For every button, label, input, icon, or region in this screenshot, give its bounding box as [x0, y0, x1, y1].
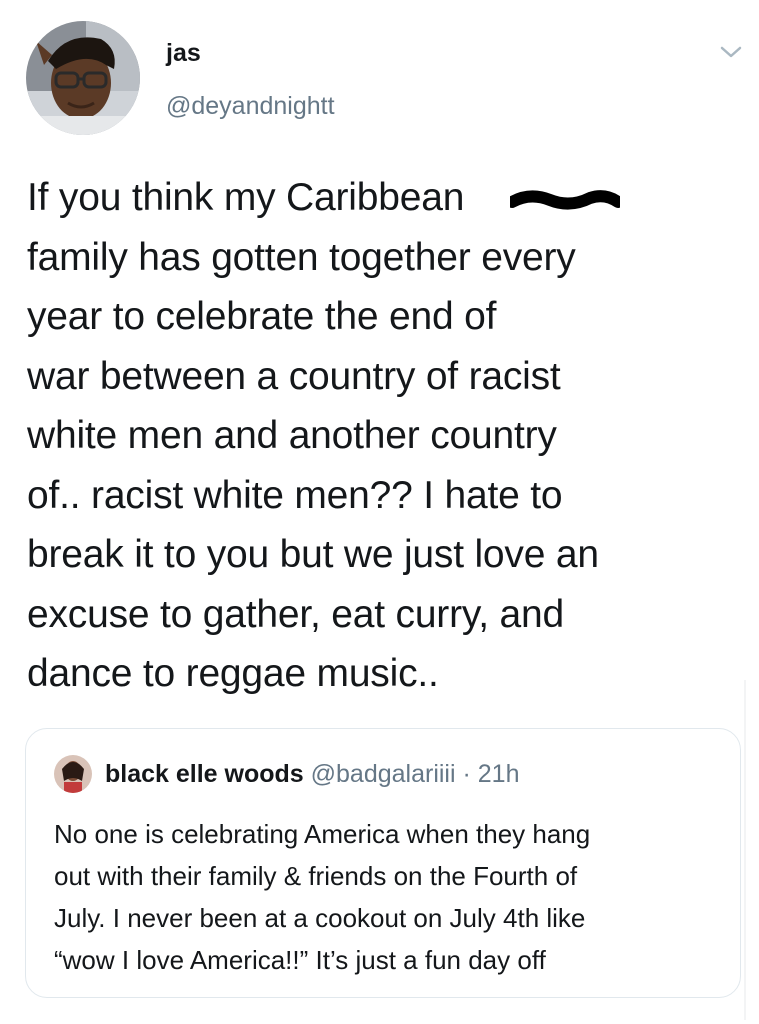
quoted-handle[interactable]: @badgalariiii — [311, 760, 456, 788]
author-handle[interactable]: @deyandnightt — [166, 91, 335, 121]
chevron-down-icon[interactable] — [719, 40, 743, 64]
author-avatar[interactable] — [26, 21, 140, 135]
quoted-display-name[interactable]: black elle woods — [105, 760, 304, 788]
quoted-tweet-header: black elle woods @badgalariiii · 21h — [105, 759, 520, 789]
quoted-author-avatar — [54, 755, 92, 793]
quoted-timestamp[interactable]: 21h — [478, 760, 520, 788]
avatar-photo-icon — [26, 21, 140, 135]
tweet-text: If you think my Caribbean family has got… — [27, 176, 599, 695]
dot-separator: · — [462, 760, 471, 788]
quoted-tweet-card[interactable]: black elle woods @badgalariiii · 21h No … — [25, 728, 741, 998]
quoted-tweet-text: No one is celebrating America when they … — [54, 819, 591, 975]
scroll-edge — [744, 680, 746, 1020]
redaction-scribble — [506, 190, 624, 212]
avatar-photo-icon — [54, 755, 92, 793]
author-display-name[interactable]: jas — [166, 38, 201, 68]
